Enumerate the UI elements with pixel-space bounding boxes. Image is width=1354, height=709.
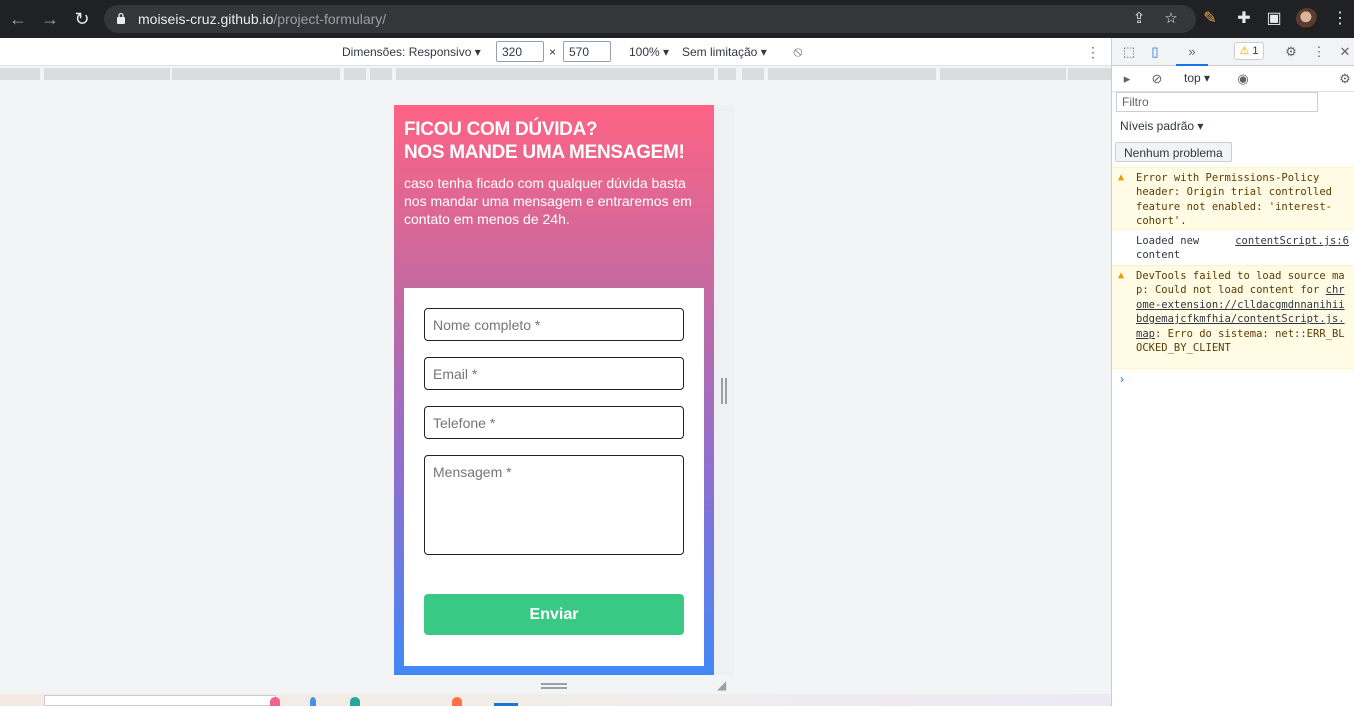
console-prompt-icon[interactable]: › — [1120, 372, 1124, 386]
message-text: Error with Permissions-Policy header: Or… — [1136, 172, 1332, 228]
message-source-link[interactable]: contentScript.js:6 — [1235, 234, 1349, 248]
chevron-down-icon: ▾ — [1197, 119, 1204, 133]
resize-handle-bottom[interactable] — [541, 683, 567, 689]
throttle-dropdown[interactable]: Sem limitação ▾ — [682, 45, 767, 59]
name-input[interactable]: Nome completo * — [424, 308, 684, 341]
levels-dropdown[interactable]: Níveis padrão ▾ — [1120, 119, 1203, 133]
url-path: /project-formulary/ — [273, 11, 387, 27]
dimensions-dropdown[interactable]: Dimensões: Responsivo ▾ — [342, 45, 481, 59]
devtools-menu-icon[interactable]: ⋮ — [1310, 43, 1328, 61]
height-input[interactable]: 570 — [563, 41, 611, 62]
taskbar-app-icon[interactable] — [310, 697, 316, 706]
context-select[interactable]: top ▾ — [1184, 71, 1210, 85]
email-input[interactable]: Email * — [424, 357, 684, 390]
zoom-dropdown[interactable]: 100% ▾ — [629, 45, 669, 59]
lock-icon[interactable] — [116, 12, 126, 24]
dimensions-label: Dimensões: Responsivo — [342, 45, 472, 59]
bookmark-star-icon[interactable]: ☆ — [1162, 10, 1180, 28]
resize-handle-right[interactable] — [721, 378, 727, 404]
forward-arrow-icon[interactable]: → — [40, 9, 60, 29]
emulated-page: FICOU COM DÚVIDA? NOS MANDE UMA MENSAGEM… — [394, 105, 714, 675]
warning-icon: ▲ — [1118, 270, 1125, 281]
title-line-1: FICOU COM DÚVIDA? — [404, 119, 598, 140]
chevron-down-icon: ▾ — [760, 45, 767, 59]
browser-menu-icon[interactable]: ⋮ — [1330, 9, 1350, 29]
url-host: moiseis-cruz.github.io — [138, 11, 274, 27]
levels-label: Níveis padrão — [1120, 119, 1195, 133]
eye-icon[interactable]: ◉ — [1234, 70, 1252, 88]
console-message[interactable]: Loaded new content contentScript.js:6 — [1112, 231, 1354, 264]
console-message-warning[interactable]: ▲ DevTools failed to load source map: Co… — [1112, 265, 1354, 369]
chevron-down-icon: ▾ — [663, 45, 670, 59]
chevron-down-icon: ▾ — [1204, 71, 1211, 85]
issues-button[interactable]: Nenhum problema — [1115, 142, 1232, 162]
side-panel-icon[interactable]: ▣ — [1264, 9, 1284, 29]
taskbar-app-icon[interactable] — [452, 697, 462, 706]
filter-input[interactable]: Filtro — [1116, 92, 1318, 112]
phone-input[interactable]: Telefone * — [424, 406, 684, 439]
sidebar-toggle-icon[interactable]: ▸ — [1118, 70, 1136, 88]
address-bar[interactable]: moiseis-cruz.github.io/project-formulary… — [104, 5, 1196, 33]
throttle-label: Sem limitação — [682, 45, 758, 59]
context-value: top — [1184, 71, 1201, 85]
os-taskbar — [0, 694, 1111, 706]
back-arrow-icon[interactable]: ← — [8, 9, 28, 29]
warning-count: 1 — [1252, 45, 1259, 57]
message-textarea[interactable]: Mensagem * — [424, 455, 684, 555]
profile-avatar[interactable] — [1296, 8, 1318, 30]
chevron-down-icon: ▾ — [474, 45, 481, 59]
console-toolbar: ▸ ⊘ top ▾ ◉ ⚙ — [1112, 66, 1354, 92]
device-toolbar: Dimensões: Responsivo ▾ 320 × 570 100% ▾… — [0, 38, 1111, 66]
taskbar-app-icon[interactable] — [350, 697, 360, 706]
title-line-2: NOS MANDE UMA MENSAGEM! — [404, 142, 685, 163]
page-title: FICOU COM DÚVIDA? NOS MANDE UMA MENSAGEM… — [404, 118, 704, 164]
devtools-tabbar: ⬚ ▯ » ⚠ 1 ⚙ ⋮ ✕ — [1112, 38, 1354, 66]
taskbar-app-icon[interactable] — [270, 697, 280, 706]
console-message-warning[interactable]: ▲ Error with Permissions-Policy header: … — [1112, 167, 1354, 230]
close-icon[interactable]: ✕ — [1336, 43, 1354, 61]
extensions-puzzle-icon[interactable]: ✚ — [1234, 9, 1254, 29]
page-subtitle: caso tenha ficado com qualquer dúvida ba… — [404, 175, 692, 227]
rotate-icon[interactable]: ⦸ — [790, 43, 806, 59]
warnings-badge[interactable]: ⚠ 1 — [1234, 42, 1264, 60]
width-input[interactable]: 320 — [496, 41, 544, 62]
media-query-ruler[interactable] — [0, 66, 1111, 82]
message-text: Loaded new content — [1136, 235, 1200, 262]
more-options-icon[interactable]: ⋮ — [1086, 43, 1100, 61]
settings-gear-icon[interactable]: ⚙ — [1282, 43, 1300, 61]
browser-toolbar: ← → ↻ moiseis-cruz.github.io/project-for… — [0, 0, 1354, 38]
url-text[interactable]: moiseis-cruz.github.io/project-formulary… — [138, 11, 386, 27]
submit-button[interactable]: Enviar — [424, 594, 684, 635]
dimension-separator: × — [549, 45, 557, 59]
inspect-element-icon[interactable]: ⬚ — [1120, 43, 1138, 61]
share-icon[interactable]: ⇪ — [1130, 10, 1148, 28]
warning-icon: ▲ — [1118, 172, 1125, 183]
warning-icon: ⚠ — [1239, 45, 1250, 57]
message-text: DevTools failed to load source map: Coul… — [1136, 270, 1345, 297]
chevron-double-right-icon: » — [1188, 44, 1196, 59]
message-text: : Erro do sistema: net::ERR_BLOCKED_BY_C… — [1136, 327, 1345, 355]
zoom-value: 100% — [629, 45, 660, 59]
extension-pen-icon[interactable]: ✎ — [1200, 9, 1220, 29]
taskbar-search[interactable] — [44, 695, 276, 706]
contact-form: Nome completo * Email * Telefone * Mensa… — [404, 288, 704, 666]
tab-more[interactable]: » — [1176, 38, 1208, 66]
console-settings-icon[interactable]: ⚙ — [1336, 70, 1354, 88]
device-toggle-icon[interactable]: ▯ — [1146, 43, 1164, 61]
devtools-panel: ⬚ ▯ » ⚠ 1 ⚙ ⋮ ✕ ▸ ⊘ top ▾ ◉ ⚙ Filtro Nív… — [1111, 38, 1354, 706]
reload-icon[interactable]: ↻ — [72, 9, 92, 29]
resize-corner-icon[interactable]: ◢ — [717, 678, 731, 692]
clear-console-icon[interactable]: ⊘ — [1148, 70, 1166, 88]
